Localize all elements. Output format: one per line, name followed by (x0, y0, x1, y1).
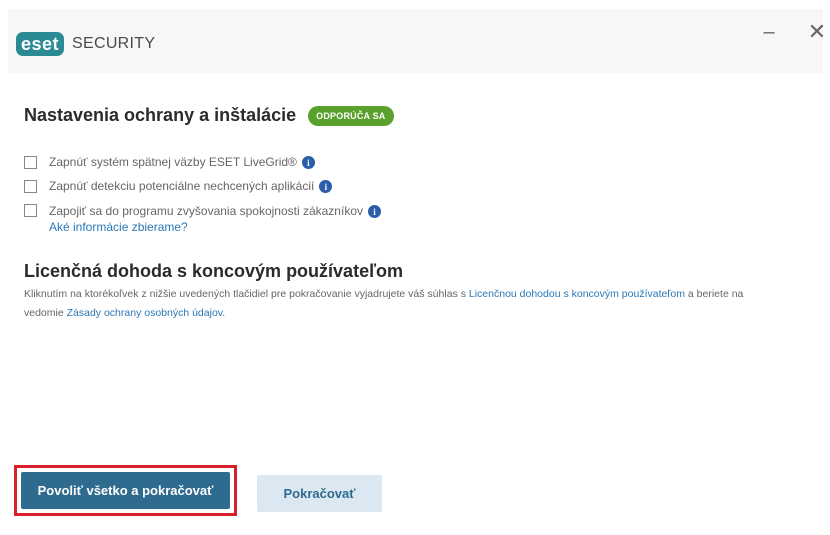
product-name: SECURITY (72, 35, 156, 52)
eula-text-part1: Kliknutím na ktorékoľvek z nižšie uveden… (24, 288, 469, 300)
option-livegrid: Zapnúť systém spätnej väzby ESET LiveGri… (24, 155, 315, 170)
pua-detection-label[interactable]: Zapnúť detekciu potenciálne nechcených a… (49, 179, 314, 193)
livegrid-checkbox[interactable] (24, 156, 37, 169)
protection-heading-text: Nastavenia ochrany a inštalácie (24, 105, 297, 125)
option-pua-detection: Zapnúť detekciu potenciálne nechcených a… (24, 179, 333, 194)
eset-logo: eset SECURITY (16, 31, 155, 57)
livegrid-label[interactable]: Zapnúť systém spätnej väzby ESET LiveGri… (49, 155, 297, 169)
pua-detection-checkbox[interactable] (24, 180, 37, 193)
livegrid-info-icon[interactable]: i (301, 156, 315, 170)
eula-text-part3: . (222, 307, 226, 319)
what-we-collect-link[interactable]: Aké informácie zbierame? (49, 220, 188, 234)
customer-experience-label[interactable]: Zapojiť sa do programu zvyšovania spokoj… (49, 204, 363, 218)
minimize-button[interactable]: – (756, 19, 782, 45)
allow-all-continue-button[interactable]: Povoliť všetko a pokračovať (21, 472, 230, 509)
privacy-policy-link[interactable]: Zásady ochrany osobných údajov (67, 307, 223, 319)
eula-heading: Licenčná dohoda s koncovým používateľom (24, 261, 404, 281)
pua-info-icon[interactable]: i (319, 180, 333, 194)
customer-experience-checkbox[interactable] (24, 204, 37, 217)
recommended-badge: ODPORÚČA SA (308, 105, 394, 126)
eset-logo-badge: eset (16, 32, 65, 56)
main-content: Nastavenia ochrany a inštalácie ODPORÚČA… (8, 73, 823, 528)
installer-window: eset SECURITY – ✕ Nastavenia ochrany a i… (8, 9, 826, 528)
eula-text: Kliknutím na ktorékoľvek z nižšie uveden… (24, 285, 784, 323)
continue-button[interactable]: Pokračovať (257, 475, 382, 512)
option-customer-experience: Zapojiť sa do programu zvyšovania spokoj… (24, 203, 381, 235)
allow-all-highlight: Povoliť všetko a pokračovať (14, 465, 237, 516)
eula-link[interactable]: Licenčnou dohodou s koncovým používateľo… (469, 288, 685, 300)
close-button[interactable]: ✕ (804, 19, 830, 45)
customer-experience-info-icon[interactable]: i (368, 205, 381, 219)
title-bar: eset SECURITY – ✕ (8, 9, 826, 73)
protection-settings-heading: Nastavenia ochrany a inštalácie ODPORÚČA… (24, 105, 394, 126)
